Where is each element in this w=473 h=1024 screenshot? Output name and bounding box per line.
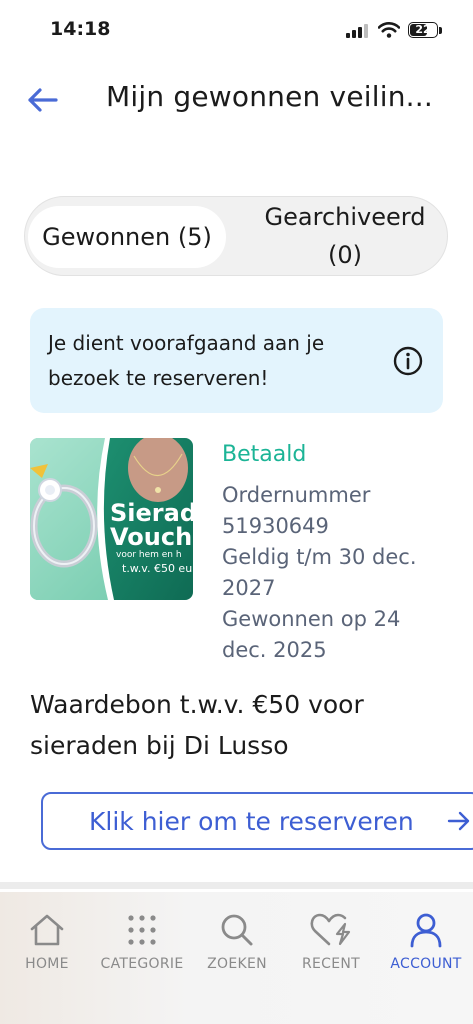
order-number-label: Ordernummer [222,483,371,507]
section-divider [0,882,473,889]
nav-categorie[interactable]: CATEGORIE [97,912,187,972]
payment-status: Betaald [222,442,307,467]
voucher-image-line2: Vouch [110,523,193,551]
nav-home[interactable]: HOME [2,912,92,972]
user-icon [410,913,442,948]
battery-icon: 22 [408,22,438,38]
battery-level: 22 [415,23,431,36]
nav-home-label: HOME [25,956,69,972]
wifi-icon [378,22,400,38]
tab-won[interactable]: Gewonnen (5) [28,206,226,268]
tab-archived-count: (0) [328,241,362,269]
voucher-image-line3: voor hem en h [116,550,182,560]
nav-account-label: ACCOUNT [390,956,462,972]
home-icon [30,914,64,946]
voucher-image[interactable]: Sierad Vouch voor hem en h t.w.v. €50 eu [30,438,193,600]
tab-archived-label: Gearchiveerd [264,203,426,231]
info-banner-text: Je dient voorafgaand aan je bezoek te re… [48,331,325,390]
tab-archived[interactable]: Gearchiveerd (0) [245,198,445,274]
nav-recent-label: RECENT [301,956,361,972]
order-number: 51930649 [222,514,329,538]
signal-icon [346,24,370,38]
status-time: 14:18 [50,18,111,40]
arrow-left-icon [28,88,58,112]
page-title: Mijn gewonnen veilin... [106,80,433,113]
valid-until: Geldig t/m 30 dec. 2027 [222,545,417,600]
item-title: Waardebon t.w.v. €50 voor sieraden bij D… [30,690,364,760]
nav-account[interactable]: ACCOUNT [381,912,471,972]
voucher-image-line4: t.w.v. €50 eu [122,562,193,575]
battery-cap [439,27,442,34]
nav-zoeken[interactable]: ZOEKEN [192,912,282,972]
back-button[interactable] [20,80,64,120]
info-icon[interactable] [393,346,423,376]
reserve-button-label: Klik hier om te reserveren [89,806,414,836]
reserve-button[interactable]: Klik hier om te reserveren [41,792,473,850]
nav-categorie-label: CATEGORIE [100,956,184,972]
nav-zoeken-label: ZOEKEN [207,956,267,972]
search-icon [221,914,253,946]
grid-icon [128,915,156,945]
order-details: Ordernummer 51930649 Geldig t/m 30 dec. … [222,480,442,666]
heart-bolt-icon [310,913,351,946]
nav-recent[interactable]: RECENT [286,912,376,972]
won-on: Gewonnen op 24 dec. 2025 [222,607,401,662]
tab-won-label: Gewonnen (5) [42,223,212,251]
arrow-right-icon [447,811,470,831]
